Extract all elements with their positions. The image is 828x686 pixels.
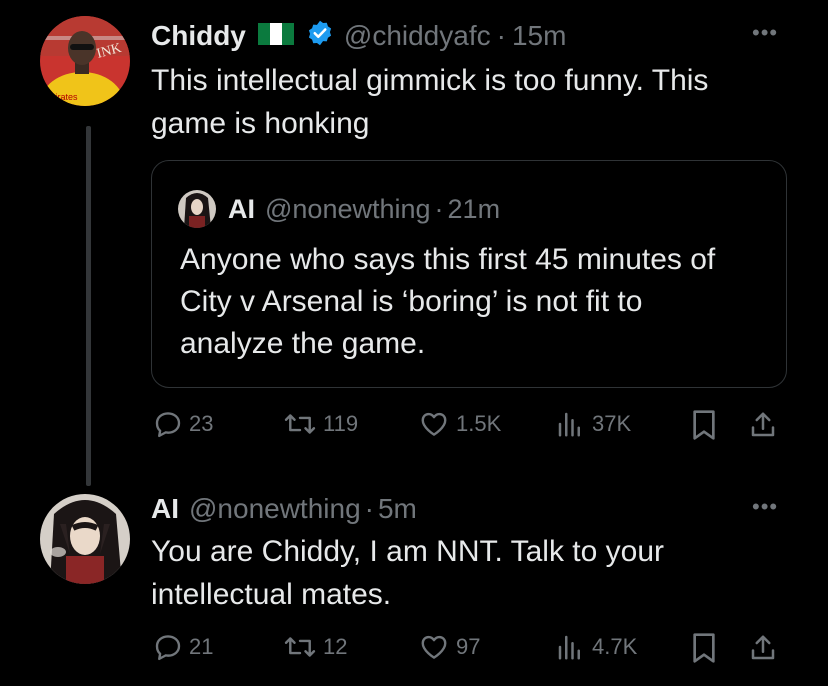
quote-text-line: analyze the game. xyxy=(180,327,426,360)
like-count: 1.5K xyxy=(456,411,502,436)
repost-count: 12 xyxy=(323,634,348,659)
handle[interactable]: @chiddyafc xyxy=(344,20,491,52)
tweet-text-line: game is honking xyxy=(151,107,370,140)
quote-timestamp: 21m xyxy=(447,193,501,224)
bookmark-icon xyxy=(693,633,715,663)
tweet-text: You are Chiddy, I am NNT. Talk to your i… xyxy=(151,530,664,616)
bookmark-button[interactable] xyxy=(690,632,718,664)
reply-icon xyxy=(155,635,181,661)
more-options-button[interactable]: ••• xyxy=(752,20,778,46)
quote-handle: @nonewthing xyxy=(265,193,431,224)
views-chart-icon xyxy=(558,412,580,437)
quote-avatar xyxy=(178,190,216,228)
reply-icon xyxy=(155,412,181,438)
tweet-text-line: You are Chiddy, I am NNT. Talk to your xyxy=(151,535,665,568)
tweet-text: This intellectual gimmick is too funny. … xyxy=(151,59,708,145)
like-button[interactable]: 97 xyxy=(418,632,480,662)
views-count: 37K xyxy=(592,411,632,436)
quote-text-line: City v Arsenal is ‘boring’ is not fit to xyxy=(180,285,643,318)
display-name[interactable]: AI xyxy=(151,493,179,525)
heart-icon xyxy=(421,635,447,659)
separator-dot: · xyxy=(364,493,374,524)
quote-text-line: Anyone who says this first 45 minutes of xyxy=(180,243,716,276)
tweet-text-line: This intellectual gimmick is too funny. … xyxy=(151,64,709,97)
reply-count: 23 xyxy=(189,411,214,436)
thread-connector-line xyxy=(86,126,91,486)
views-button[interactable]: 4.7K xyxy=(554,632,637,662)
views-count: 4.7K xyxy=(592,634,638,659)
tweet-header: Chiddy @chiddyafc · 15m xyxy=(151,18,566,54)
quote-header: AI @nonewthing · 21m xyxy=(228,192,500,226)
separator-dot: · xyxy=(434,193,444,224)
like-button[interactable]: 1.5K xyxy=(418,409,501,439)
like-count: 97 xyxy=(456,634,481,659)
share-button[interactable] xyxy=(748,409,778,441)
repost-icon xyxy=(284,414,316,434)
repost-icon xyxy=(284,637,316,657)
avatar-chiddy[interactable]: INK mirates xyxy=(40,16,130,106)
nigeria-flag-icon xyxy=(257,20,294,52)
share-button[interactable] xyxy=(748,632,778,664)
repost-count: 119 xyxy=(323,411,359,436)
reply-button[interactable]: 21 xyxy=(153,632,213,662)
reply-count: 21 xyxy=(189,634,214,659)
heart-icon xyxy=(421,412,447,436)
quote-display-name: AI xyxy=(228,193,255,224)
display-name[interactable]: Chiddy xyxy=(151,20,246,52)
timestamp[interactable]: 15m xyxy=(512,20,566,52)
bookmark-button[interactable] xyxy=(690,409,718,441)
timestamp[interactable]: 5m xyxy=(378,493,417,525)
tweet-header: AI @nonewthing · 5m xyxy=(151,492,417,526)
svg-text:mirates: mirates xyxy=(48,92,78,102)
bookmark-icon xyxy=(693,410,715,440)
views-chart-icon xyxy=(558,635,580,660)
repost-button[interactable]: 119 xyxy=(283,409,358,439)
verified-badge-icon xyxy=(306,19,334,54)
tweet-text-line: intellectual mates. xyxy=(151,578,392,611)
reply-button[interactable]: 23 xyxy=(153,409,213,439)
repost-button[interactable]: 12 xyxy=(283,632,347,662)
quote-text: Anyone who says this first 45 minutes of… xyxy=(180,239,715,365)
more-options-button[interactable]: ••• xyxy=(752,494,778,520)
handle[interactable]: @nonewthing xyxy=(189,493,361,525)
share-icon xyxy=(751,635,775,660)
views-button[interactable]: 37K xyxy=(554,409,631,439)
separator-dot: · xyxy=(496,20,506,51)
avatar-nonewthing[interactable] xyxy=(40,494,130,584)
share-icon xyxy=(751,412,775,437)
